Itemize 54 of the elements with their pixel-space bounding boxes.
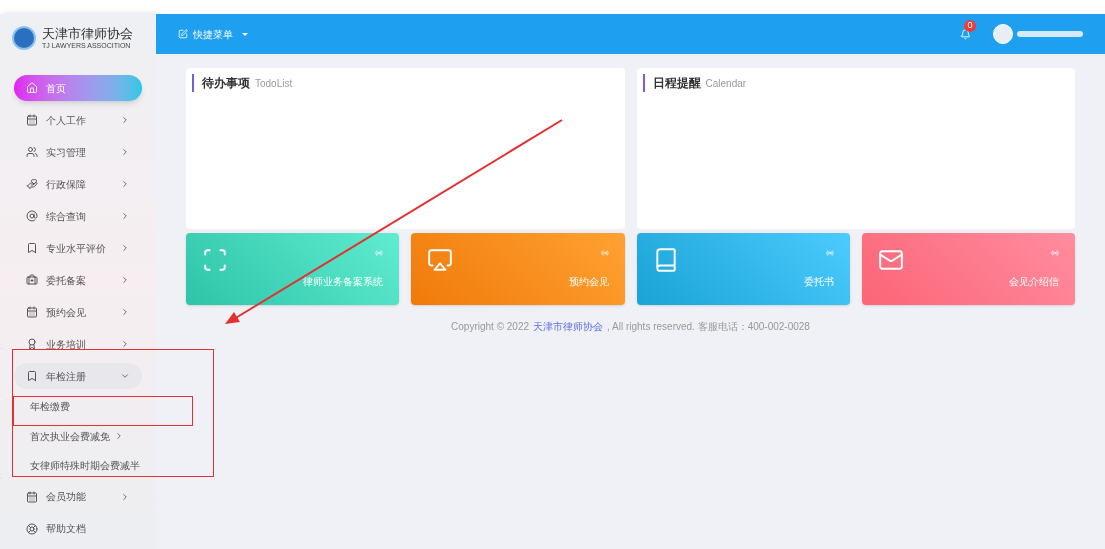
notification-badge: 0 (964, 19, 976, 32)
submenu-item[interactable]: 年检缴费 (0, 392, 156, 422)
signal-icon (375, 249, 384, 257)
sidebar-item[interactable]: 行政保障 (14, 171, 142, 197)
bookmark-icon (26, 242, 38, 254)
signal-icon (600, 249, 609, 257)
sidebar-item[interactable]: 综合查询 (14, 203, 142, 229)
submenu-item[interactable]: 首次执业会费减免 (0, 421, 156, 451)
logo-title: 天津市律师协会 (42, 25, 133, 42)
submenu-item[interactable]: 女律师特殊时期会费减半 (0, 451, 156, 481)
association-link[interactable]: 天津市律师协会 (533, 319, 604, 334)
briefcase-icon (26, 274, 38, 286)
bookmark-icon (26, 370, 38, 382)
sidebar-item[interactable]: 个人工作 (14, 107, 142, 133)
mail-icon (877, 247, 904, 273)
signal-icon (825, 249, 834, 257)
sidebar-item[interactable]: 年检注册 (14, 363, 142, 389)
tile-label: 律师业务备案系统 (303, 275, 384, 289)
association-logo-icon (12, 26, 36, 50)
sidebar-item[interactable]: 业务培训 (14, 331, 142, 357)
notification-button[interactable] (960, 28, 971, 40)
signal-icon (1051, 249, 1059, 257)
lifebuoy-icon (26, 522, 38, 535)
sidebar-item[interactable]: 会员功能 (14, 483, 142, 510)
sidebar-item[interactable]: 委托备案 (14, 267, 142, 293)
tile-label: 预约会见 (568, 275, 609, 289)
panel-title: 待办事项 (202, 75, 250, 92)
sidebar-item[interactable]: 帮助文档 (14, 515, 142, 542)
caret-icon (242, 32, 248, 36)
calendar-icon (26, 490, 38, 503)
edit-icon (178, 29, 188, 39)
sidebar-item[interactable]: 实习管理 (14, 139, 142, 165)
copyright-text: Copyright © 2022 (451, 320, 530, 334)
panel-subtitle: Calendar (705, 77, 747, 91)
hand-icon (26, 178, 38, 190)
calendar-icon (26, 114, 38, 126)
calendar-icon (26, 306, 38, 318)
award-icon (26, 338, 38, 350)
sidebar-item[interactable]: 预约会见 (14, 299, 142, 325)
panel-subtitle: TodoList (255, 77, 293, 91)
tile-label: 会见介绍信 (1009, 275, 1059, 289)
user-avatar[interactable] (993, 24, 1013, 44)
panel-title: 日程提醒 (652, 75, 701, 92)
tile-label: 委托书 (803, 275, 834, 289)
bell-icon (960, 28, 971, 40)
redacted-username (1017, 31, 1083, 37)
screen-share-icon (427, 247, 454, 273)
home-icon (26, 82, 38, 94)
at-sign-icon (26, 210, 38, 222)
copyright-text: , All rights reserved. 客服电话：400-002-0028 (607, 320, 810, 334)
scan-frame-icon (202, 247, 228, 273)
users-icon (26, 146, 38, 158)
chevron-right-icon (114, 431, 124, 442)
sidebar-item[interactable]: 专业水平评价 (14, 235, 142, 261)
